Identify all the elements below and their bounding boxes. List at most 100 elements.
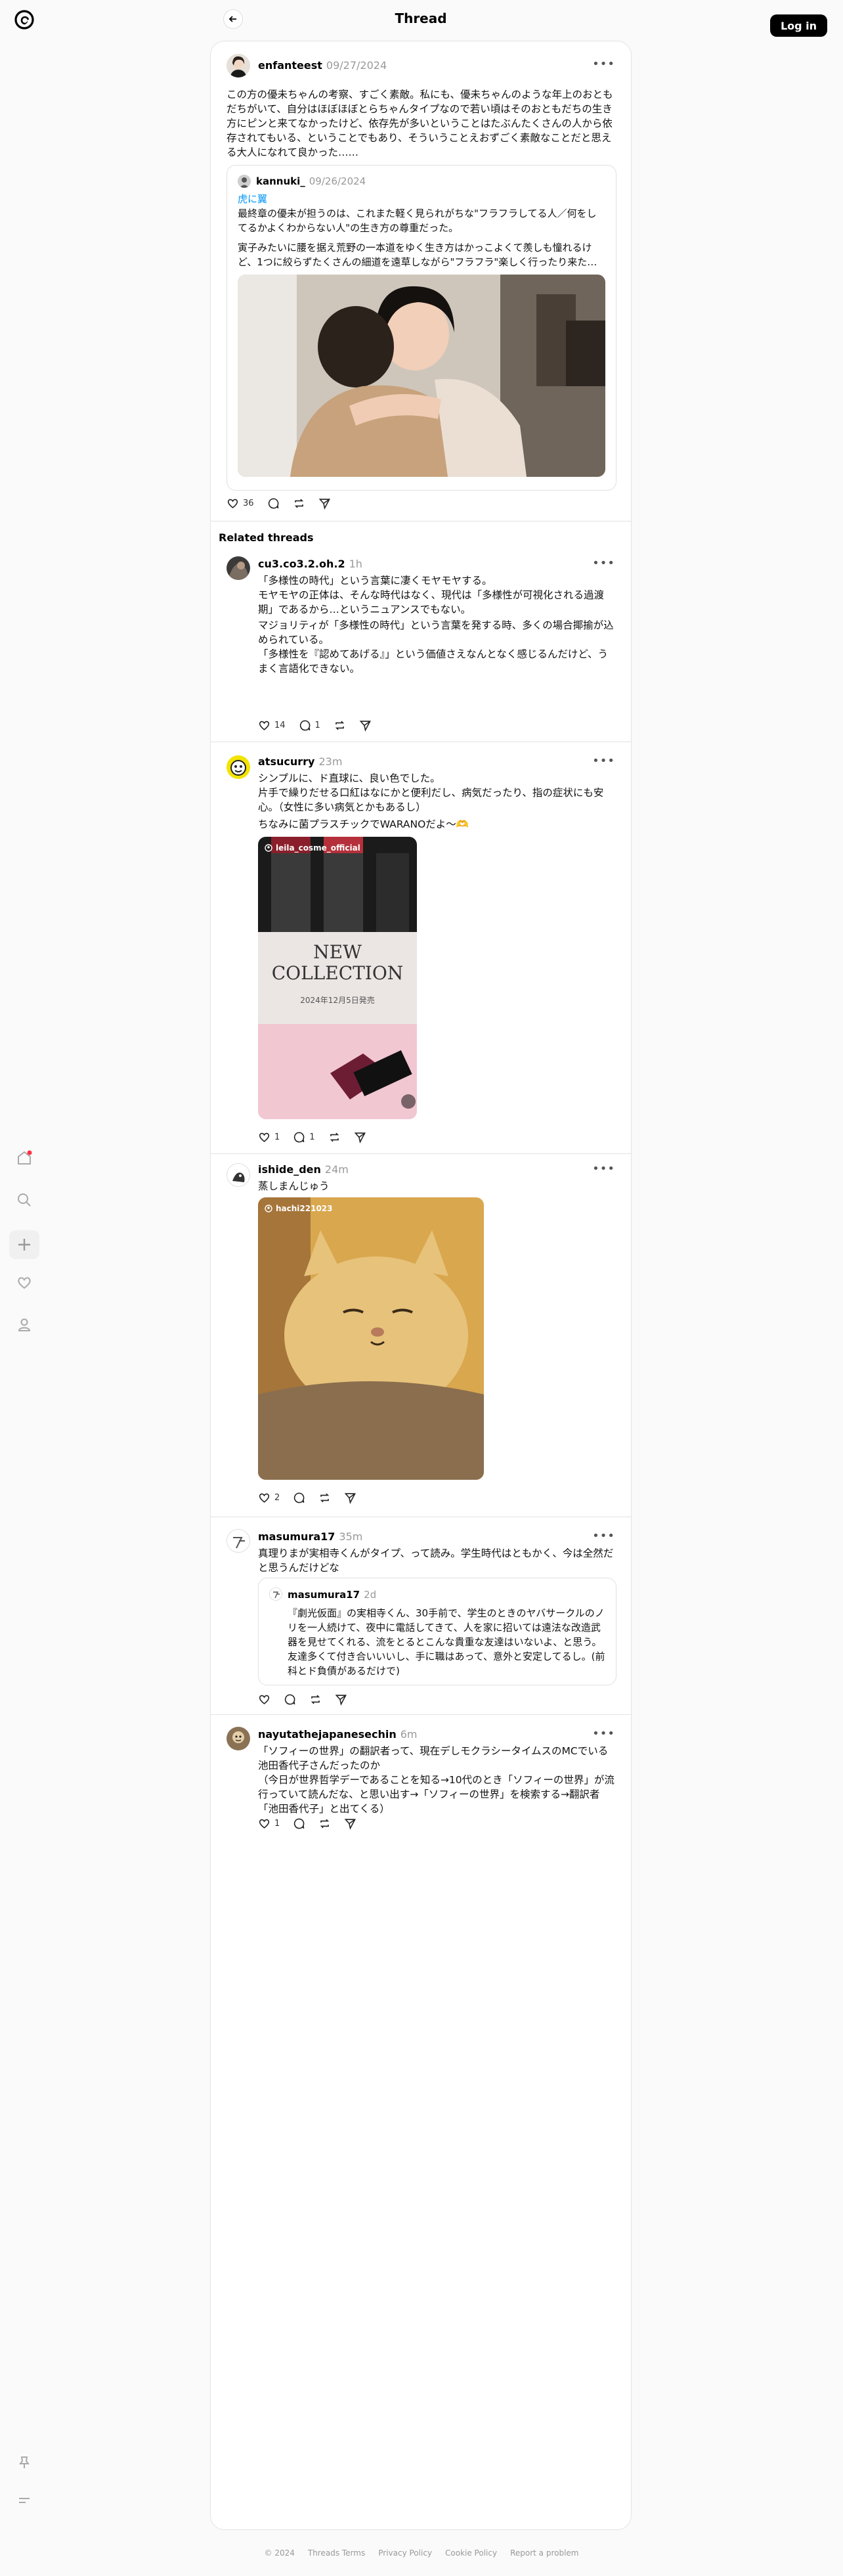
post-username[interactable]: cu3.co3.2.oh.2 [258,558,345,570]
post-username[interactable]: nayutathejapanesechin [258,1728,397,1741]
post-text: この方の優未ちゃんの考察、すごく素敵。私にも、優未ちゃんのような年上のおともだち… [227,89,613,158]
like-button[interactable]: 36 [227,497,254,510]
image-user-tag[interactable]: leila_cosme_official [265,843,360,853]
repost-button[interactable] [318,1817,331,1830]
post-username[interactable]: enfanteest [258,59,322,72]
avatar [269,1588,282,1601]
repost-button[interactable] [328,1131,341,1144]
share-button[interactable] [335,1693,347,1706]
topic-tag[interactable]: 虎に翼 [238,192,267,206]
more-options-icon[interactable]: ••• [592,1529,615,1543]
avatar[interactable] [227,755,250,779]
repost-icon [335,721,344,730]
reply-count: 1 [309,1132,315,1142]
quote-text: 『劇光仮面』の実相寺くん、30手前で、学生のときのヤバサークルのノリを一人続けて… [288,1607,605,1677]
image-tag-username: leila_cosme_official [276,843,360,853]
menu-icon[interactable] [13,2489,35,2512]
quote-text: 寅子みたいに腰を据え荒野の一本道をゆく生き方はかっこよくて羨しも憧れるけど、1つ… [238,242,597,268]
footer-privacy-link[interactable]: Privacy Policy [378,2548,432,2558]
post-text: 真理りまが実相寺くんがタイプ、って読み。学生時代はともかく、今は全然だと思うんだ… [258,1547,614,1574]
reply-button[interactable] [293,1817,305,1830]
post-time: 6m [400,1728,418,1741]
like-count: 2 [274,1493,280,1503]
avatar[interactable] [227,1727,250,1750]
footer-cookie-link[interactable]: Cookie Policy [445,2548,497,2558]
quote-username[interactable]: kannuki_ [256,175,305,187]
reply-button[interactable] [267,497,280,510]
quote-username[interactable]: masumura17 [288,1589,360,1601]
share-button[interactable] [359,719,372,732]
post-username[interactable]: masumura17 [258,1530,335,1543]
more-options-icon[interactable]: ••• [592,556,615,570]
related-post: cu3.co3.2.oh.2 1h ••• 「多様性の時代」という言葉に凄くモヤ… [211,548,631,742]
login-button[interactable]: Log in [770,14,827,37]
like-button[interactable]: 1 [258,1817,280,1830]
post-text: 「多様性の時代」という言葉に凄くモヤモヤする。 モヤモヤの正体は、そんな時代はな… [258,575,605,615]
more-options-icon[interactable]: ••• [592,1162,615,1176]
more-options-icon[interactable]: ••• [592,754,615,768]
reply-button[interactable]: 1 [299,719,320,732]
home-icon[interactable] [13,1147,35,1169]
avatar[interactable] [227,556,250,580]
share-button[interactable] [354,1131,366,1144]
reply-button[interactable] [284,1693,296,1706]
reply-button[interactable]: 1 [293,1131,315,1144]
comment-icon [284,1694,295,1705]
post-image[interactable] [258,1197,484,1480]
repost-button[interactable] [309,1693,322,1706]
footer-terms-link[interactable]: Threads Terms [308,2548,365,2558]
repost-button[interactable] [293,497,305,510]
comment-icon [268,498,278,509]
quoted-post[interactable]: kannuki_ 09/26/2024 虎に翼 最終章の優未が担うのは、これまた… [227,165,616,491]
search-icon[interactable] [13,1189,35,1211]
audio-icon[interactable] [401,1094,416,1109]
comment-icon [294,1492,305,1503]
repost-button[interactable] [334,719,346,732]
share-button[interactable] [344,1492,357,1504]
comment-icon [294,1818,305,1829]
like-count: 1 [274,1819,280,1829]
user-tag-icon [265,844,272,852]
avatar[interactable] [227,1163,250,1187]
share-button[interactable] [344,1817,357,1830]
post-actions: 14 1 [258,719,372,732]
avatar[interactable] [227,54,250,78]
share-button[interactable] [318,497,331,510]
pin-icon[interactable] [13,2451,35,2474]
send-icon [344,1493,357,1504]
repost-button[interactable] [318,1492,331,1504]
create-icon[interactable] [9,1230,39,1259]
post-text: 「ソフィーの世界」の翻訳者って、現在デしモクラシータイムスのMCでいる池田香代子… [258,1745,615,1815]
quoted-post[interactable]: masumura17 2d 『劇光仮面』の実相寺くん、30手前で、学生のときのヤ… [258,1578,616,1685]
comment-icon [299,720,310,731]
post-username[interactable]: atsucurry [258,755,314,768]
post-actions: 2 [258,1492,357,1504]
more-options-icon[interactable]: ••• [592,57,615,71]
image-headline: NEW COLLECTION [271,941,404,984]
more-options-icon[interactable]: ••• [592,1727,615,1741]
like-button[interactable]: 2 [258,1492,280,1504]
like-button[interactable]: 14 [258,719,286,732]
like-button[interactable]: 1 [258,1131,280,1144]
heart-icon[interactable] [13,1272,35,1294]
related-post: ishide_den 24m ••• 蒸しまんじゅう hachi221023 2 [211,1154,631,1517]
footer-report-link[interactable]: Report a problem [510,2548,578,2558]
thread-panel: enfanteest 09/27/2024 ••• この方の優未ちゃんの考察、す… [210,41,632,2530]
main-post: enfanteest 09/27/2024 ••• この方の優未ちゃんの考察、す… [211,41,631,521]
reply-button[interactable] [293,1492,305,1504]
user-tag-icon [265,1205,272,1212]
avatar[interactable] [227,1529,250,1553]
send-icon [335,1695,347,1706]
like-count: 1 [274,1132,280,1142]
profile-icon[interactable] [13,1314,35,1336]
post-date: 09/27/2024 [326,59,387,72]
threads-logo-icon[interactable] [12,8,36,32]
image-user-tag[interactable]: hachi221023 [265,1204,333,1213]
post-username[interactable]: ishide_den [258,1163,321,1176]
quote-image[interactable] [238,275,605,477]
post-actions: 36 [227,497,331,510]
post-text: ちなみに菌プラスチックでWARANOだよ〜🫶 [258,818,469,830]
like-button[interactable] [258,1693,270,1706]
post-image[interactable]: NEW COLLECTION 2024年12月5日発売 [258,837,417,1119]
image-subtitle: 2024年12月5日発売 [300,996,375,1005]
